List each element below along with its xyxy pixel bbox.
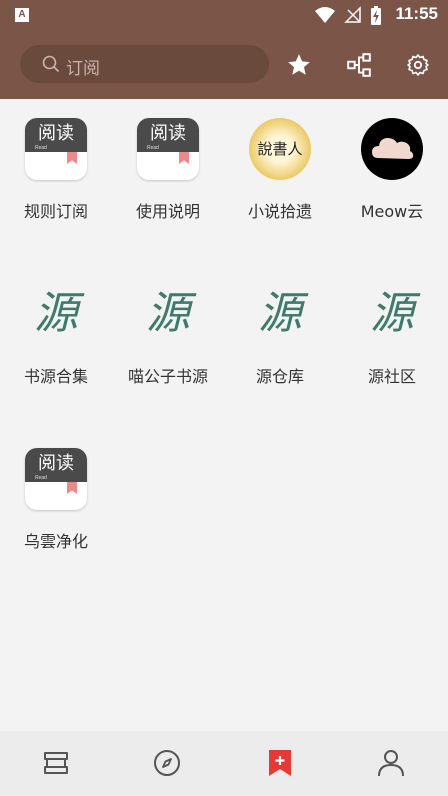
nav-subscriptions[interactable] bbox=[265, 748, 295, 778]
bottom-navigation bbox=[0, 731, 448, 796]
toolbar: 订阅 bbox=[0, 32, 448, 99]
subscription-label: 使用说明 bbox=[135, 202, 200, 221]
hierarchy-icon bbox=[347, 53, 371, 77]
subscription-label: Meow云 bbox=[360, 202, 424, 221]
subscription-label: 书源合集 bbox=[23, 367, 88, 386]
compass-icon bbox=[154, 750, 180, 776]
no-signal-icon bbox=[344, 6, 361, 23]
subscription-item[interactable]: 阅读 Read 使用说明 bbox=[112, 99, 224, 259]
yuan-logo: 源 bbox=[370, 288, 414, 339]
subscription-item[interactable]: 阅读 Read 规则订阅 bbox=[0, 99, 112, 259]
clock: 11:55 bbox=[395, 4, 438, 23]
subscription-label: 喵公子书源 bbox=[127, 367, 208, 386]
read-app-logo: 阅读 Read bbox=[25, 448, 87, 510]
yuan-logo: 源 bbox=[146, 288, 190, 339]
search-input[interactable]: 订阅 bbox=[20, 45, 269, 83]
star-icon bbox=[288, 54, 310, 75]
read-app-logo: 阅读 Read bbox=[25, 118, 87, 180]
subscription-item[interactable]: 源 书源合集 bbox=[0, 264, 112, 424]
favorites-button[interactable] bbox=[284, 50, 314, 80]
nav-profile[interactable] bbox=[376, 748, 406, 778]
subscription-label: 小说拾遗 bbox=[247, 202, 312, 221]
settings-button[interactable] bbox=[403, 50, 433, 80]
subscription-label: 源仓库 bbox=[255, 367, 304, 386]
wifi-icon bbox=[315, 7, 335, 23]
yuan-logo: 源 bbox=[34, 288, 78, 339]
subscription-label: 规则订阅 bbox=[23, 202, 88, 221]
bookshelf-icon bbox=[44, 752, 68, 774]
person-icon bbox=[378, 750, 404, 777]
status-bar: A 11:55 bbox=[0, 0, 448, 32]
read-app-logo: 阅读 Read bbox=[137, 118, 199, 180]
search-placeholder: 订阅 bbox=[66, 59, 100, 79]
subscription-item[interactable]: 源 源社区 bbox=[336, 264, 448, 424]
cloud-icon bbox=[372, 138, 414, 159]
nav-bookshelf[interactable] bbox=[41, 748, 71, 778]
subscription-item[interactable]: 源 源仓库 bbox=[224, 264, 336, 424]
bookmark-add-icon bbox=[269, 750, 291, 776]
subscription-item[interactable]: Meow云 bbox=[336, 99, 448, 259]
battery-charging-icon bbox=[371, 6, 381, 25]
cloud-logo bbox=[361, 118, 423, 180]
subscription-item[interactable]: 說書人 小说拾遗 bbox=[224, 99, 336, 259]
subscription-item[interactable]: 源 喵公子书源 bbox=[112, 264, 224, 424]
nav-discover[interactable] bbox=[152, 748, 182, 778]
search-icon bbox=[42, 55, 60, 73]
yuan-logo: 源 bbox=[258, 288, 302, 339]
subscription-label: 源社区 bbox=[367, 367, 416, 386]
subscription-item[interactable]: 阅读 Read 乌雲净化 bbox=[0, 429, 112, 589]
gear-icon bbox=[407, 54, 429, 76]
app-notification-icon: A bbox=[15, 8, 29, 22]
novel-logo: 說書人 bbox=[249, 118, 311, 180]
subscription-label: 乌雲净化 bbox=[23, 532, 88, 551]
group-button[interactable] bbox=[344, 50, 374, 80]
